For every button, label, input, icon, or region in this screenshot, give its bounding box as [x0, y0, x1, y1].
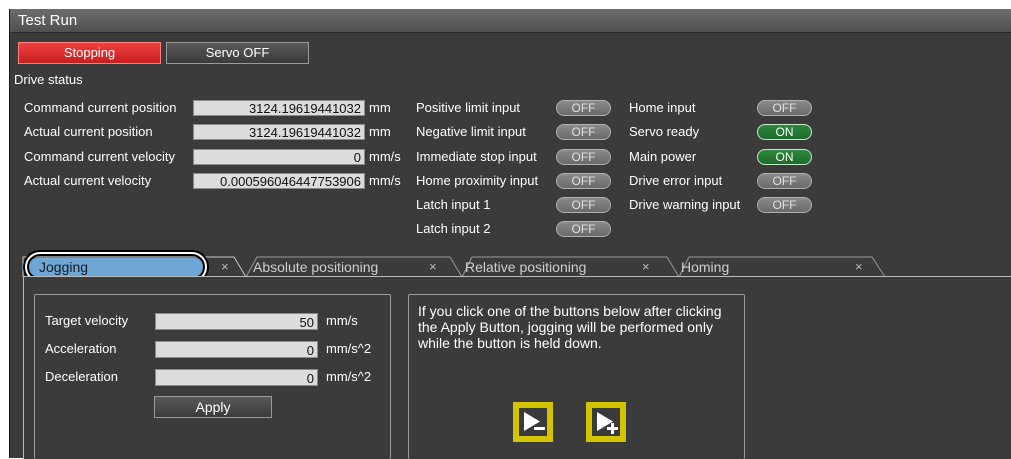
- command-velocity-label: Command current velocity: [24, 149, 175, 164]
- latch-input-1-label: Latch input 1: [416, 197, 491, 212]
- positive-limit-label: Positive limit input: [416, 100, 521, 115]
- drive-error-label: Drive error input: [629, 173, 723, 188]
- drive-status-heading: Drive status: [14, 72, 83, 87]
- actual-velocity-value: 0.000596046447753906: [193, 173, 365, 189]
- positive-limit-indicator: OFF: [556, 100, 611, 116]
- actual-velocity-unit: mm/s: [369, 173, 401, 188]
- window-title: Test Run: [18, 12, 78, 29]
- tab-absolute-positioning-close-icon[interactable]: ×: [429, 259, 437, 274]
- tab-homing[interactable]: Homing ×: [681, 258, 881, 277]
- latch-input-2-label: Latch input 2: [416, 221, 491, 236]
- tab-jogging[interactable]: Jogging ×: [24, 252, 246, 282]
- tab-relative-positioning[interactable]: Relative positioning ×: [465, 258, 670, 277]
- apply-button[interactable]: Apply: [154, 396, 272, 418]
- drive-error-indicator: OFF: [757, 173, 812, 189]
- latch-input-2-indicator: OFF: [556, 221, 611, 237]
- main-power-indicator: ON: [757, 149, 812, 165]
- latch-input-1-indicator: OFF: [556, 197, 611, 213]
- jog-forward-icon: [589, 405, 623, 439]
- tab-absolute-positioning[interactable]: Absolute positioning ×: [253, 258, 453, 277]
- target-velocity-unit: mm/s: [326, 313, 358, 328]
- command-position-value: 3124.19619441032: [193, 100, 365, 116]
- tab-absolute-positioning-label: Absolute positioning: [253, 259, 379, 275]
- home-proximity-indicator: OFF: [556, 173, 611, 189]
- tab-homing-label: Homing: [681, 259, 730, 275]
- jog-parameters-group: Target velocity 50 mm/s Acceleration 0 m…: [34, 294, 391, 459]
- acceleration-input[interactable]: 0: [155, 341, 318, 358]
- actual-velocity-label: Actual current velocity: [24, 173, 152, 188]
- jog-forward-button[interactable]: [586, 402, 626, 442]
- actual-position-unit: mm: [369, 124, 391, 139]
- drive-warning-indicator: OFF: [757, 197, 812, 213]
- command-velocity-unit: mm/s: [369, 149, 401, 164]
- command-velocity-value: 0: [193, 149, 365, 165]
- command-position-label: Command current position: [24, 100, 177, 115]
- main-power-label: Main power: [629, 149, 697, 164]
- command-position-unit: mm: [369, 100, 391, 115]
- actual-position-value: 3124.19619441032: [193, 124, 365, 140]
- tab-homing-close-icon[interactable]: ×: [855, 259, 863, 274]
- deceleration-input[interactable]: 0: [155, 369, 318, 386]
- home-input-indicator: OFF: [757, 100, 812, 116]
- stopping-button[interactable]: Stopping: [18, 42, 161, 64]
- actual-position-label: Actual current position: [24, 124, 153, 139]
- jog-instructions: If you click one of the buttons below af…: [418, 303, 722, 351]
- servo-off-button[interactable]: Servo OFF: [166, 42, 309, 64]
- servo-ready-label: Servo ready: [629, 124, 700, 139]
- servo-ready-indicator: ON: [757, 124, 812, 140]
- test-run-window: Test Run Stopping Servo OFF Drive status…: [9, 9, 1011, 459]
- tab-relative-positioning-label: Relative positioning: [465, 259, 587, 275]
- title-bar: Test Run: [10, 9, 1011, 33]
- target-velocity-input[interactable]: 50: [155, 313, 318, 330]
- tab-relative-positioning-close-icon[interactable]: ×: [642, 259, 650, 274]
- deceleration-label: Deceleration: [45, 369, 118, 384]
- negative-limit-indicator: OFF: [556, 124, 611, 140]
- target-velocity-label: Target velocity: [45, 313, 129, 328]
- home-input-label: Home input: [629, 100, 696, 115]
- immediate-stop-indicator: OFF: [556, 149, 611, 165]
- drive-warning-label: Drive warning input: [629, 197, 741, 212]
- jog-reverse-icon: [516, 405, 550, 439]
- acceleration-label: Acceleration: [45, 341, 117, 356]
- jog-reverse-button[interactable]: [513, 402, 553, 442]
- tab-jogging-close-icon[interactable]: ×: [221, 259, 229, 274]
- tab-jogging-label: Jogging: [39, 259, 89, 275]
- jog-buttons-group: If you click one of the buttons below af…: [408, 294, 745, 459]
- immediate-stop-label: Immediate stop input: [416, 149, 537, 164]
- negative-limit-label: Negative limit input: [416, 124, 526, 139]
- deceleration-unit: mm/s^2: [326, 369, 372, 384]
- home-proximity-label: Home proximity input: [416, 173, 539, 188]
- acceleration-unit: mm/s^2: [326, 341, 372, 356]
